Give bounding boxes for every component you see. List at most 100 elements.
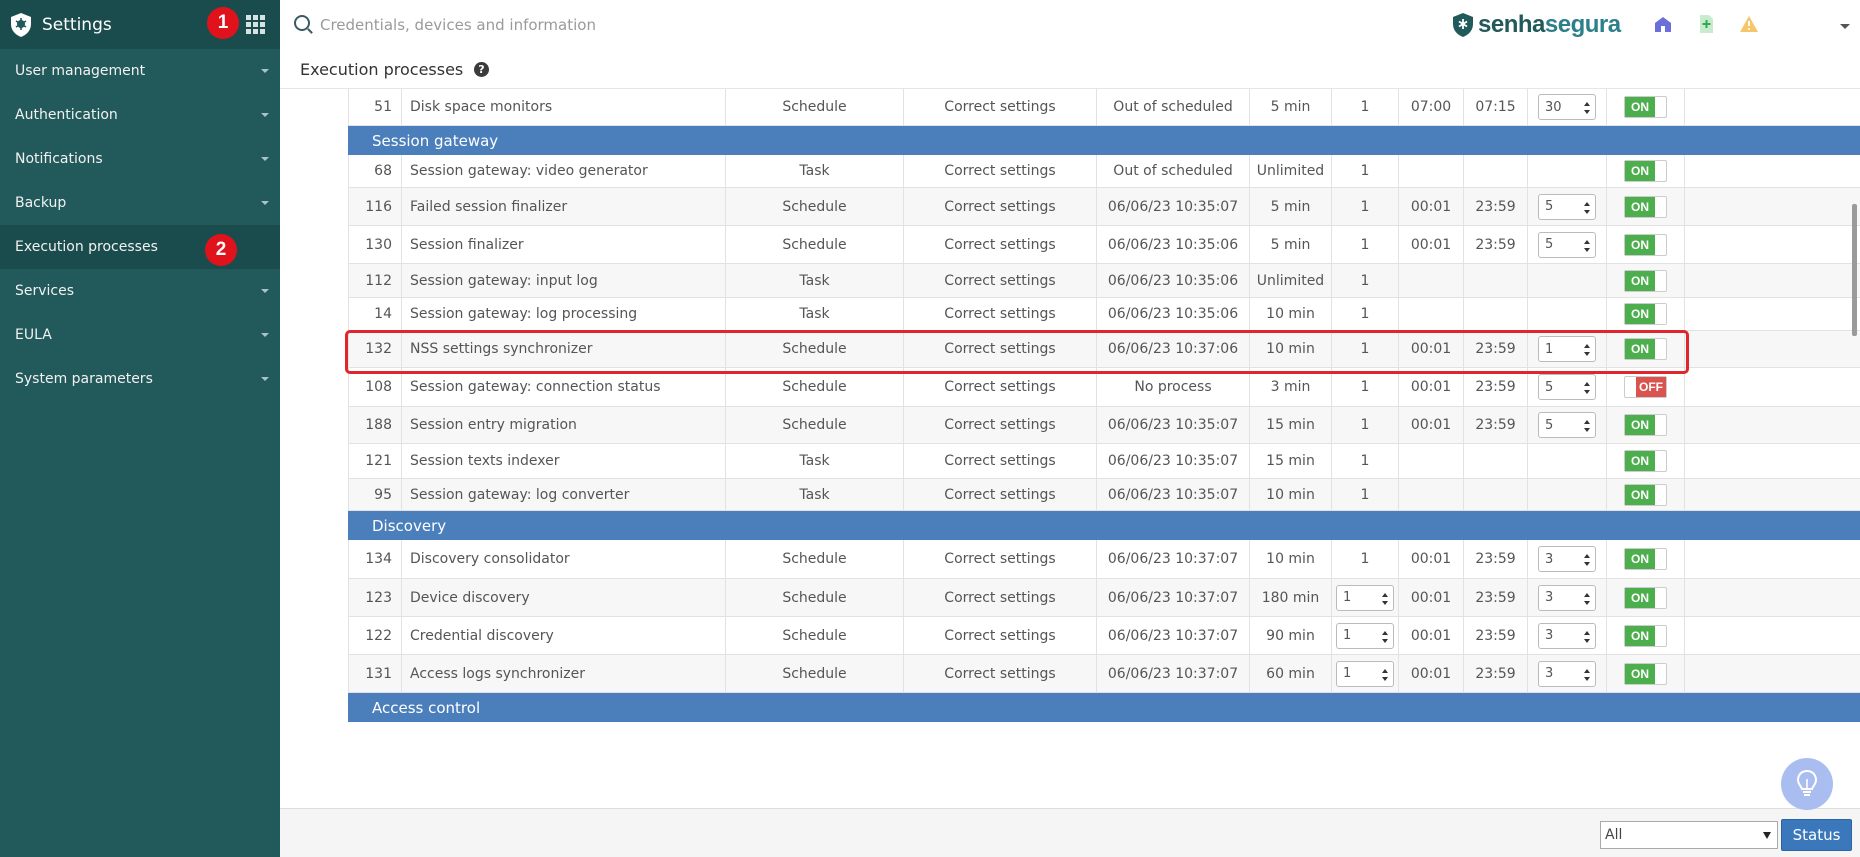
enabled-toggle[interactable]: ON — [1624, 548, 1667, 570]
enabled-toggle[interactable]: ON — [1624, 195, 1667, 218]
sidebar-item-authentication[interactable]: Authentication — [0, 93, 280, 137]
stepper-up-icon[interactable] — [1584, 630, 1590, 635]
stepper-up-icon[interactable] — [1584, 382, 1590, 386]
stepper-down-icon[interactable] — [1584, 209, 1590, 214]
attempts-cell: 5 — [1528, 226, 1607, 263]
table-row: 51 Disk space monitors Schedule Correct set… — [348, 89, 1860, 126]
toggle-label: ON — [1625, 270, 1655, 291]
add-document-icon[interactable] — [1695, 14, 1717, 34]
enabled-toggle[interactable]: ON — [1624, 483, 1667, 506]
toggle-label: ON — [1625, 663, 1655, 684]
enabled-toggle[interactable]: ON — [1624, 662, 1667, 685]
search-input[interactable] — [320, 13, 820, 37]
sidebar-item-eula[interactable]: EULA — [0, 313, 280, 357]
enabled-toggle[interactable]: ON — [1624, 450, 1667, 472]
last-execution-cell-text: 06/06/23 10:35:07 — [1107, 486, 1239, 503]
attempts-stepper[interactable]: 3 — [1538, 584, 1596, 611]
status-filter-select[interactable]: All — [1600, 821, 1778, 849]
stepper-down-icon[interactable] — [1584, 247, 1590, 252]
status-button[interactable]: Status — [1781, 819, 1852, 851]
start-time-cell-text: 00:01 — [1410, 665, 1452, 682]
attempts-stepper[interactable]: 5 — [1538, 374, 1596, 400]
stepper-down-icon[interactable] — [1382, 676, 1388, 681]
table-row: 130 Session finalizer Schedule Correct sett… — [348, 226, 1860, 264]
attempts-stepper[interactable]: 30 — [1538, 94, 1596, 120]
stepper-down-icon[interactable] — [1382, 638, 1388, 643]
sidebar-item-backup[interactable]: Backup — [0, 181, 280, 225]
enabled-toggle[interactable]: ON — [1624, 96, 1667, 118]
stepper-up-icon[interactable] — [1584, 201, 1590, 206]
enabled-toggle[interactable]: ON — [1624, 586, 1667, 609]
help-icon[interactable]: ? — [474, 62, 489, 77]
instances-cell-text: 1 — [1360, 306, 1370, 322]
instances-stepper[interactable]: 1 — [1336, 660, 1394, 687]
sidebar-item-services[interactable]: Services — [0, 269, 280, 313]
enabled-toggle[interactable]: OFF — [1624, 376, 1667, 398]
stepper-up-icon[interactable] — [1584, 668, 1590, 673]
process-type-cell: Schedule — [726, 331, 904, 367]
lightbulb-help-icon[interactable] — [1781, 758, 1833, 810]
enabled-toggle[interactable]: ON — [1624, 338, 1667, 360]
stepper-up-icon[interactable] — [1584, 239, 1590, 244]
attempts-stepper[interactable]: 5 — [1538, 193, 1596, 220]
apps-grid-icon[interactable] — [246, 15, 266, 34]
sidebar-item-notifications[interactable]: Notifications — [0, 137, 280, 181]
stepper-up-icon[interactable] — [1382, 630, 1388, 635]
enabled-toggle[interactable]: ON — [1624, 233, 1667, 256]
process-status-cell-text: Correct settings — [944, 486, 1056, 503]
instances-cell-text: 1 — [1360, 272, 1370, 289]
stepper-down-icon[interactable] — [1382, 600, 1388, 605]
home-icon[interactable] — [1652, 14, 1674, 34]
enabled-toggle[interactable]: ON — [1624, 160, 1667, 182]
process-status-cell: Correct settings — [904, 655, 1097, 692]
attempts-stepper[interactable]: 3 — [1538, 622, 1596, 649]
process-status-cell-text: Correct settings — [944, 306, 1056, 322]
instances-stepper[interactable]: 1 — [1336, 584, 1394, 611]
last-execution-cell: 06/06/23 10:37:07 — [1097, 655, 1250, 692]
last-execution-cell: 06/06/23 10:37:07 — [1097, 540, 1250, 578]
stepper-up-icon[interactable] — [1382, 592, 1388, 597]
attempts-stepper[interactable]: 5 — [1538, 412, 1596, 438]
stepper-up-icon[interactable] — [1584, 344, 1590, 348]
enabled-toggle[interactable]: ON — [1624, 269, 1667, 292]
warning-icon[interactable] — [1738, 14, 1760, 34]
sidebar-item-execution-processes[interactable]: Execution processes — [0, 225, 280, 269]
instances-cell: 1 — [1332, 155, 1399, 187]
brand-name-part1: senha — [1478, 11, 1545, 38]
sidebar-item-system-parameters[interactable]: System parameters — [0, 357, 280, 401]
sidebar-item-user-management[interactable]: User management — [0, 49, 280, 93]
stepper-down-icon[interactable] — [1584, 676, 1590, 681]
search-icon[interactable] — [294, 15, 310, 31]
interval-cell-text: 60 min — [1266, 665, 1315, 682]
brand-name-part2: segura — [1544, 11, 1621, 38]
enabled-toggle[interactable]: ON — [1624, 414, 1667, 436]
attempts-stepper[interactable]: 5 — [1538, 231, 1596, 258]
stepper-down-icon[interactable] — [1584, 638, 1590, 643]
instances-stepper[interactable]: 1 — [1336, 622, 1394, 649]
stepper-down-icon[interactable] — [1584, 352, 1590, 356]
process-type-cell-text: Schedule — [782, 589, 847, 606]
stepper-down-icon[interactable] — [1584, 600, 1590, 605]
stepper-up-icon[interactable] — [1584, 420, 1590, 424]
last-execution-cell-text: 06/06/23 10:35:07 — [1107, 417, 1239, 433]
stepper-down-icon[interactable] — [1584, 110, 1590, 114]
stepper-down-icon[interactable] — [1584, 390, 1590, 394]
stepper-down-icon[interactable] — [1584, 562, 1590, 566]
group-header: Access control — [348, 693, 1860, 722]
stepper-up-icon[interactable] — [1584, 592, 1590, 597]
attempts-stepper[interactable]: 3 — [1538, 546, 1596, 572]
stepper-up-icon[interactable] — [1584, 102, 1590, 106]
vertical-scrollbar[interactable] — [1852, 204, 1857, 336]
stepper-up-icon[interactable] — [1584, 554, 1590, 558]
user-menu-chevron-down-icon[interactable] — [1840, 24, 1850, 29]
process-status-cell: Correct settings — [904, 188, 1097, 225]
enabled-toggle[interactable]: ON — [1624, 624, 1667, 647]
stepper-up-icon[interactable] — [1382, 668, 1388, 673]
brand-logo[interactable]: senha segura — [1452, 10, 1621, 40]
sidebar: Settings 1 User management Authentication… — [0, 0, 280, 857]
attempts-stepper[interactable]: 1 — [1538, 336, 1596, 362]
enabled-toggle[interactable]: ON — [1624, 303, 1667, 325]
bottom-bar: All Status — [280, 808, 1860, 857]
attempts-stepper[interactable]: 3 — [1538, 660, 1596, 687]
stepper-down-icon[interactable] — [1584, 428, 1590, 432]
